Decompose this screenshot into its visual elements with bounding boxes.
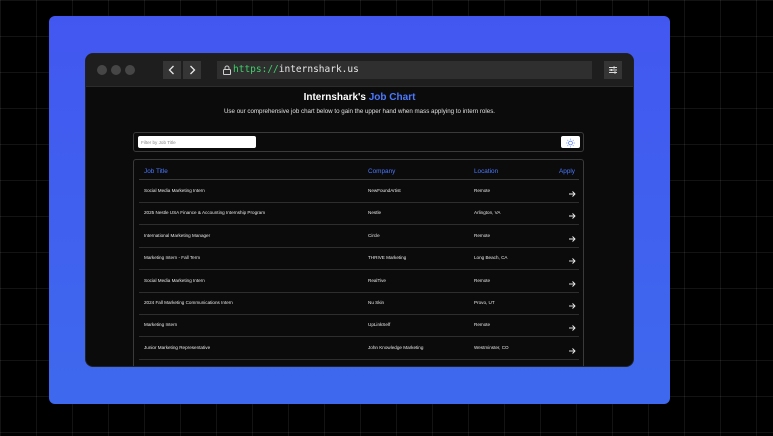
company-cell: John Knowledge Marketing [368, 344, 424, 350]
settings-button[interactable] [604, 61, 622, 79]
company-cell: Nu Skin [368, 300, 385, 305]
back-button[interactable] [163, 61, 181, 79]
company-cell: RealTive [368, 277, 386, 283]
title-highlight: Job Chart [368, 92, 416, 103]
job-title-filter-input[interactable] [138, 136, 256, 148]
sliders-icon [609, 66, 617, 74]
table-row: Marketing Intern - Fall Term THRIVE Marke… [139, 247, 579, 271]
job-title-cell: 2025 Nestle USA Finance & Accounting Int… [144, 210, 266, 216]
location-cell: Remote [474, 188, 491, 193]
job-title-cell: International Marketing Manager [144, 232, 211, 238]
job-title-cell: Junior Marketing Representative [144, 344, 211, 350]
apply-arrow-icon[interactable] [567, 320, 577, 332]
location-cell: Long Beach, CA [474, 255, 508, 261]
location-cell: Arlington, VA [474, 210, 501, 216]
table-row: Social Media Marketing Intern RealTive Rem… [139, 270, 579, 293]
address-bar[interactable]: https://internshark.us [217, 61, 592, 79]
apply-arrow-icon[interactable] [567, 298, 577, 309]
window-maximize-dot[interactable] [125, 65, 135, 75]
forward-button[interactable] [183, 61, 201, 79]
sun-icon [566, 138, 575, 148]
apply-arrow-icon[interactable] [567, 231, 577, 242]
company-cell: UpLinkSelf [368, 322, 391, 328]
lock-icon [223, 65, 231, 75]
job-title-cell: Social Media Marketing Intern [144, 277, 205, 283]
location-cell: Westminster, CO [474, 344, 509, 350]
url-scheme: https:// [233, 64, 279, 75]
column-header-company[interactable]: Company [368, 168, 395, 175]
apply-arrow-icon[interactable] [567, 276, 577, 287]
company-cell: THRIVE Marketing [368, 255, 407, 261]
browser-window: https://internshark.us Internshark's Job… [86, 54, 633, 366]
column-header-location[interactable]: Location [474, 168, 498, 175]
chevron-left-icon [168, 65, 174, 75]
job-table: Job Title Company Location Apply Social … [133, 159, 584, 366]
window-minimize-dot[interactable] [111, 65, 121, 75]
chevron-right-icon [190, 65, 196, 75]
page-title: Internshark's Job Chart [86, 92, 633, 103]
table-row: Junior Marketing Representative John Know… [139, 337, 579, 360]
page-content: Internshark's Job Chart Use our comprehe… [86, 87, 633, 366]
table-row: Social Media Marketing Intern NewFoundArt… [139, 180, 579, 203]
company-cell: NewFoundArtist [368, 188, 401, 193]
window-close-dot[interactable] [97, 65, 107, 75]
job-title-cell: Social Media Marketing Intern [144, 188, 205, 193]
location-cell: Remote [474, 277, 491, 283]
theme-toggle-button[interactable] [561, 136, 580, 148]
column-header-job-title[interactable]: Job Title [144, 168, 168, 175]
location-cell: Remote [474, 322, 491, 328]
table-row: Marketing Intern UpLinkSelf Remote [139, 314, 579, 338]
apply-arrow-icon[interactable] [567, 253, 577, 265]
table-row: 2024 Fall Marketing Communications Inter… [139, 292, 579, 315]
url-host: internshark.us [278, 64, 359, 75]
job-title-cell: Marketing Intern - Fall Term [144, 255, 201, 261]
apply-arrow-icon[interactable] [567, 343, 577, 354]
apply-arrow-icon[interactable] [567, 186, 577, 197]
apply-arrow-icon[interactable] [567, 208, 577, 220]
company-cell: Circle [368, 232, 380, 238]
job-title-cell: Marketing Intern [144, 322, 178, 328]
page-subtitle: Use our comprehensive job chart below to… [223, 108, 496, 115]
browser-toolbar: https://internshark.us [86, 54, 633, 87]
location-cell: Remote [474, 232, 491, 238]
company-cell: Nestle [368, 210, 382, 216]
table-row: 2025 Nestle USA Finance & Accounting Int… [139, 202, 579, 226]
job-title-cell: 2024 Fall Marketing Communications Inter… [144, 300, 233, 305]
table-row: International Marketing Manager Circle Rem… [139, 225, 579, 248]
title-prefix: Internshark's [303, 92, 366, 103]
filter-bar [133, 132, 584, 152]
location-cell: Provo, UT [474, 300, 495, 305]
address-url: https://internshark.us [233, 61, 359, 79]
column-header-apply: Apply [559, 168, 575, 175]
